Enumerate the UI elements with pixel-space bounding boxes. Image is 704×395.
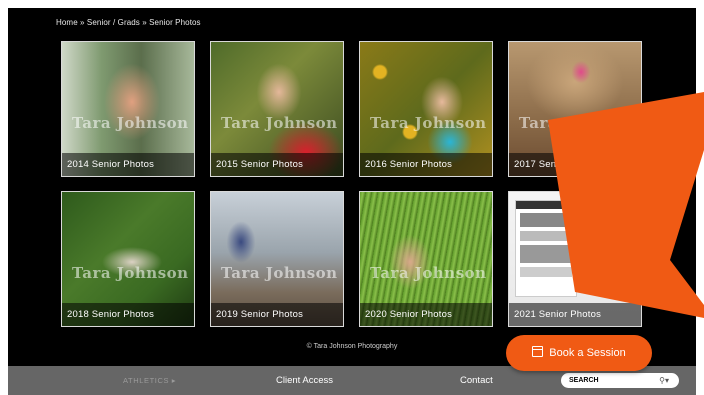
gallery-tile-2015[interactable]: Tara Johnson 2015 Senior Photos [210,41,344,177]
watermark: Tara Johnson [370,114,487,132]
breadcrumb[interactable]: Home » Senior / Grads » Senior Photos [56,18,201,27]
search-icon[interactable]: ⚲▾ [659,374,669,387]
gallery-caption: 2014 Senior Photos [62,153,194,176]
watermark: Tara Johnson [519,114,636,132]
page-content: Home » Senior / Grads » Senior Photos Ta… [8,8,696,366]
calendar-icon [532,346,544,357]
magazine-thumbnail-icon [515,200,577,297]
nav-contact[interactable]: Contact [460,366,493,395]
search-input[interactable] [569,374,639,387]
watermark: Tara Johnson [72,114,189,132]
watermark: Tara Johnson [221,114,338,132]
gallery-tile-2016[interactable]: Tara Johnson 2016 Senior Photos [359,41,493,177]
gallery-tile-2019[interactable]: Tara Johnson 2019 Senior Photos [210,191,344,327]
gallery-caption: 2017 Senior Photos [509,153,641,176]
gallery-caption: 2016 Senior Photos [360,153,492,176]
book-session-label: Book a Session [549,347,626,359]
watermark: Tara Johnson [370,264,487,282]
gallery-tile-2018[interactable]: Tara Johnson 2018 Senior Photos [61,191,195,327]
nav-athletics[interactable]: ATHLETICS ▸ [123,366,176,395]
watermark: Tara Johnson [72,264,189,282]
gallery-caption: 2019 Senior Photos [211,303,343,326]
nav-client-access[interactable]: Client Access [276,366,333,395]
gallery-caption: 2015 Senior Photos [211,153,343,176]
gallery-tile-2014[interactable]: Tara Johnson 2014 Senior Photos [61,41,195,177]
gallery-caption: 2020 Senior Photos [360,303,492,326]
gallery-tile-2017[interactable]: Tara Johnson 2017 Senior Photos [508,41,642,177]
book-session-button[interactable]: Book a Session [506,335,652,371]
watermark: Tara Johnson [221,264,338,282]
gallery-caption: 2018 Senior Photos [62,303,194,326]
gallery-caption: 2021 Senior Photos [509,303,641,326]
search-box: ⚲▾ [561,373,679,388]
gallery-tile-2021[interactable]: 2021 Senior Photos [508,191,642,327]
gallery-tile-2020[interactable]: Tara Johnson 2020 Senior Photos [359,191,493,327]
